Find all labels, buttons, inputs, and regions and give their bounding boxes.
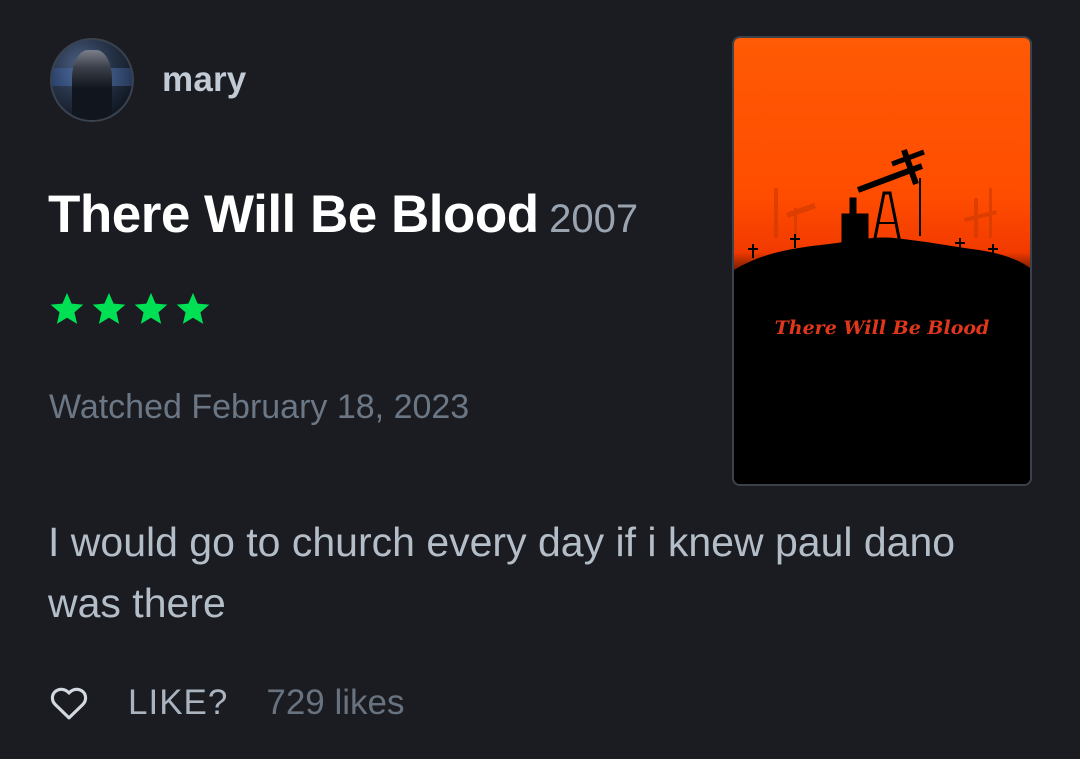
likes-count[interactable]: 729 likes <box>266 683 404 723</box>
review-card: mary There Will Be Blood 2007 Watched Fe… <box>0 0 1080 759</box>
review-text: I would go to church every day if i knew… <box>48 519 956 626</box>
avatar[interactable] <box>50 38 134 122</box>
review-actions: LIKE? 729 likes <box>48 682 405 724</box>
poster-artwork: There Will Be Blood <box>734 149 1030 484</box>
watched-date: Watched February 18, 2023 <box>49 388 470 426</box>
film-year[interactable]: 2007 <box>549 197 638 241</box>
star-icon <box>134 292 168 324</box>
star-icon <box>176 292 210 324</box>
heart-icon[interactable] <box>48 682 90 724</box>
film-poster[interactable]: There Will Be Blood <box>732 36 1032 486</box>
film-heading: There Will Be Blood 2007 <box>48 184 638 245</box>
star-icon <box>50 292 84 324</box>
star-rating <box>48 290 212 328</box>
username[interactable]: mary <box>162 60 246 100</box>
poster-title: There Will Be Blood <box>775 317 990 339</box>
avatar-figure <box>72 50 112 120</box>
like-button[interactable]: LIKE? <box>128 683 228 723</box>
review-author[interactable]: mary <box>50 38 246 122</box>
star-icon <box>92 292 126 324</box>
film-title[interactable]: There Will Be Blood <box>48 185 539 244</box>
